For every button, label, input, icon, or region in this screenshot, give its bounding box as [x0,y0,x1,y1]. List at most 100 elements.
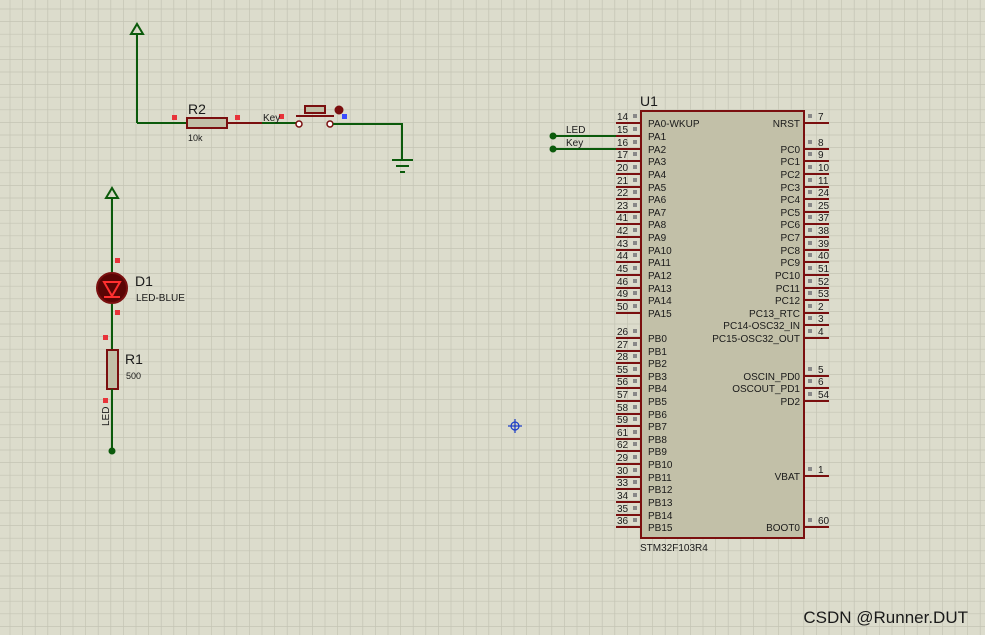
mcu-pin-name: PA14 [648,296,672,307]
mcu-pin-name: NRST [773,119,800,130]
net-key-wire[interactable]: Key [549,138,617,153]
power-terminal-top[interactable] [129,22,145,123]
mcu-pin-number: 43 [617,239,629,250]
d1-value: LED-BLUE [136,293,185,304]
mcu-pin-number: 26 [617,327,629,338]
mcu-pin-number: 45 [617,264,629,275]
mcu-pin-name: PA6 [648,195,667,206]
mcu-pin-number: 35 [617,504,629,515]
wire-key-ground[interactable] [333,123,403,160]
mcu-pin-name: PC10 [775,271,800,282]
mcu-pin-number: 38 [818,226,830,237]
mcu-pin-number: 40 [818,251,830,262]
mcu-pin-name: PA11 [648,258,671,269]
mcu-pin-name: PB15 [648,523,673,534]
mcu-pin-number: 15 [617,125,629,136]
mcu-pin-name: PC13_RTC [749,309,800,320]
mcu-pin-number: 58 [617,403,629,414]
mcu-pin-name: PB5 [648,397,667,408]
mcu-pin-number: 55 [617,365,629,376]
mcu-pin-number: 20 [617,163,629,174]
mcu-pin-name: PC9 [781,258,801,269]
mcu-pin-number: 28 [617,352,629,363]
mcu-pin-number: 8 [818,138,824,149]
mcu-pin-name: PB7 [648,422,667,433]
mcu-pin-name: PB13 [648,498,673,509]
mcu-pin-name: PC0 [781,145,801,156]
mcu-u1[interactable]: U1 STM32F103R4 14PA0-WKUP15PA116PA217PA3… [616,93,830,554]
mcu-pin-name: PB4 [648,384,667,395]
mcu-pin-name: PC5 [781,208,801,219]
mcu-pin-number: 21 [617,176,629,187]
ground-symbol [392,159,413,173]
mcu-pin-number: 50 [617,302,629,313]
mcu-pin-name: PA10 [648,246,672,257]
r1-ref: R1 [125,351,143,367]
mcu-pin-name: PA7 [648,208,667,219]
mcu-pin-number: 10 [818,163,830,174]
mcu-pin-name: PC4 [781,195,801,206]
mcu-pin-name: PA0-WKUP [648,119,700,130]
wire-junction [108,447,116,455]
mcu-pin-name: PA12 [648,271,672,282]
mcu-pin-number: 44 [617,251,629,262]
mcu-pin-number: 54 [818,390,830,401]
mcu-pin-name: PC3 [781,183,801,194]
mcu-pin-number: 7 [818,112,824,123]
mcu-pin-number: 36 [617,516,629,527]
mcu-pin-number: 9 [818,150,824,161]
mcu-pin-name: PB3 [648,372,667,383]
mcu-pin-name: PC14-OSC32_IN [723,321,800,332]
mcu-pin-number: 14 [617,112,629,123]
mcu-pin-number: 33 [617,478,629,489]
mcu-pin-name: OSCOUT_PD1 [732,384,800,395]
mcu-pin-number: 59 [617,415,629,426]
mcu-pin-name: PA13 [648,284,672,295]
mcu-pin-number: 1 [818,465,824,476]
mcu-pin-number: 25 [818,201,830,212]
net-label-key: Key [566,138,583,149]
r2-value: 10k [188,133,203,143]
crosshair-cursor-icon [508,419,522,433]
mcu-pin-name: PA2 [648,145,667,156]
mcu-pin-number: 29 [617,453,629,464]
mcu-pin-name: PB2 [648,359,667,370]
mcu-pin-name: PA3 [648,157,667,168]
mcu-pin-name: PB14 [648,511,673,522]
mcu-pin-name: PA5 [648,183,667,194]
r2-ref: R2 [188,101,206,117]
mcu-pin-number: 17 [617,150,629,161]
mcu-pin-name: PC11 [776,284,801,295]
d1-ref: D1 [135,273,153,289]
r1-value: 500 [126,371,141,381]
mcu-pin-name: PB6 [648,410,667,421]
mcu-pin-name: PA8 [648,220,667,231]
mcu-pin-number: 39 [818,239,830,250]
mcu-pin-name: PC15-OSC32_OUT [712,334,800,345]
mcu-pin-name: OSCIN_PD0 [743,372,800,383]
mcu-pin-number: 57 [617,390,629,401]
mcu-pin-name: PA15 [648,309,672,320]
mcu-pin-name: PC6 [781,220,801,231]
mcu-pin-number: 11 [818,176,829,187]
mcu-pin-number: 51 [818,264,830,275]
mcu-pin-name: PB8 [648,435,667,446]
mcu-pin-number: 53 [818,289,830,300]
mcu-pin-number: 2 [818,302,824,313]
mcu-pin-name: PB1 [648,347,667,358]
mcu-pin-name: PB0 [648,334,667,345]
mcu-pin-number: 52 [818,277,830,288]
mcu-pin-number: 5 [818,365,824,376]
schematic-canvas[interactable]: R2 10k Key D1 LED-BLUE R1 500 LED LED Ke… [0,0,985,635]
mcu-pin-number: 4 [818,327,824,338]
r1-net-label: LED [101,407,112,426]
mcu-ref: U1 [640,93,658,109]
mcu-pin-number: 16 [617,138,629,149]
mcu-pin-name: PC7 [781,233,801,244]
mcu-pin-number: 6 [818,377,824,388]
mcu-pin-name: PA4 [648,170,667,181]
key-label: Key [263,113,280,124]
mcu-part: STM32F103R4 [640,543,708,554]
mcu-pin-number: 46 [617,277,629,288]
mcu-pin-number: 27 [617,340,629,351]
